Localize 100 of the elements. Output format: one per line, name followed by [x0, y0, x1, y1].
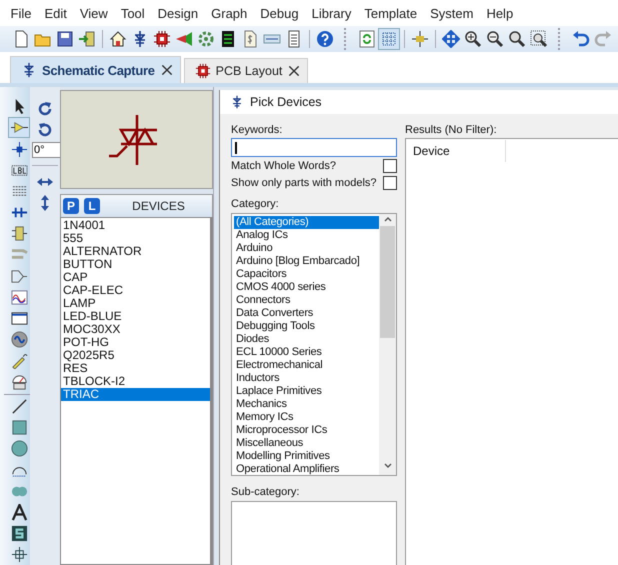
home-icon[interactable]: [109, 30, 127, 48]
zoom-area-icon[interactable]: [530, 30, 548, 48]
checkbox[interactable]: [383, 176, 397, 190]
line-icon[interactable]: [10, 398, 28, 415]
device-item[interactable]: 555: [61, 232, 210, 245]
triangles-icon[interactable]: [175, 30, 193, 48]
category-item[interactable]: Inductors: [234, 372, 379, 385]
device-item[interactable]: LAMP: [61, 297, 210, 310]
option-label: Match Whole Words?: [231, 160, 336, 172]
close-icon[interactable]: [160, 63, 174, 77]
menu-item[interactable]: Library: [305, 6, 358, 20]
close-icon[interactable]: [287, 64, 302, 78]
probe-icon[interactable]: [10, 352, 28, 370]
save-icon[interactable]: [56, 30, 74, 48]
column-header[interactable]: Device: [406, 140, 506, 162]
document-tab[interactable]: PCB Layout: [184, 58, 308, 83]
text-icon[interactable]: [10, 504, 28, 521]
menu-item[interactable]: System: [424, 6, 480, 20]
device-item[interactable]: TBLOCK-I2: [61, 375, 210, 388]
refresh-icon[interactable]: [358, 30, 376, 48]
device-item[interactable]: CAP: [61, 271, 210, 284]
menu-item[interactable]: View: [73, 6, 114, 20]
dialog-title: Pick Devices: [250, 95, 322, 109]
category-item[interactable]: Modelling Primitives: [234, 450, 379, 463]
library-button[interactable]: L: [84, 198, 100, 214]
device-item[interactable]: RES: [61, 362, 210, 375]
category-item[interactable]: Capacitors: [234, 268, 379, 281]
pick-button[interactable]: P: [63, 198, 79, 214]
option-label: Show only parts with models?: [231, 176, 377, 188]
rotate-clockwise-icon[interactable]: [36, 100, 54, 118]
port-icon[interactable]: [10, 268, 28, 285]
scroll-thumb[interactable]: [380, 226, 395, 338]
category-item[interactable]: Analog ICs: [234, 229, 379, 242]
gear-icon[interactable]: [197, 30, 215, 48]
menu-item[interactable]: Template: [358, 6, 424, 20]
category-item[interactable]: Connectors: [234, 294, 379, 307]
device-item[interactable]: TRIAC: [61, 388, 210, 401]
chip-icon[interactable]: [153, 30, 171, 48]
category-item[interactable]: Electromechanical: [234, 359, 379, 372]
category-item[interactable]: Memory ICs: [234, 411, 379, 424]
zoom-out-icon[interactable]: [486, 30, 504, 48]
document-tab[interactable]: Schematic Capture: [10, 56, 181, 83]
panel-title: DEVICES: [131, 199, 186, 213]
keywords-field[interactable]: [231, 138, 397, 157]
import-icon[interactable]: [78, 30, 96, 48]
category-item[interactable]: Microprocessor ICs: [234, 424, 379, 437]
category-item[interactable]: Mechanics: [234, 398, 379, 411]
window-icon[interactable]: [10, 310, 28, 327]
category-item[interactable]: Operational Amplifiers: [234, 463, 379, 475]
category-item[interactable]: Debugging Tools: [234, 320, 379, 333]
menu-item[interactable]: File: [4, 6, 38, 20]
menu-item[interactable]: Edit: [38, 6, 74, 20]
zoom-icon[interactable]: [508, 30, 526, 48]
field-label: Keywords:: [231, 123, 284, 137]
board-icon[interactable]: [219, 30, 237, 48]
marker-icon[interactable]: [10, 546, 28, 564]
menu-item[interactable]: Debug: [254, 6, 306, 20]
zoom-in-icon[interactable]: [464, 30, 482, 48]
category-item[interactable]: Laplace Primitives: [234, 385, 379, 398]
field-label: Results (No Filter):: [405, 123, 498, 137]
category-item[interactable]: (All Categories): [234, 216, 379, 229]
meter-icon[interactable]: [10, 374, 28, 391]
menu-item[interactable]: Tool: [114, 6, 152, 20]
graph-icon[interactable]: [10, 288, 28, 306]
device-item[interactable]: LED-BLUE: [61, 310, 210, 323]
field-label: Sub-category:: [231, 485, 300, 499]
grid-icon[interactable]: [380, 30, 398, 48]
move-icon[interactable]: [442, 30, 460, 48]
rectangle-icon[interactable]: [10, 418, 28, 436]
menu-item[interactable]: Help: [480, 6, 520, 20]
device-item[interactable]: POT-HG: [61, 336, 210, 349]
device-item[interactable]: CAP-ELEC: [61, 284, 210, 297]
category-item[interactable]: Arduino [Blog Embarcado]: [234, 255, 379, 268]
device-item[interactable]: ALTERNATOR: [61, 245, 210, 258]
subcircuit-icon[interactable]: [10, 225, 28, 242]
checkbox[interactable]: [383, 158, 397, 172]
generator-icon[interactable]: [10, 331, 28, 348]
category-item[interactable]: Diodes: [234, 333, 379, 346]
crosshair-icon[interactable]: [411, 30, 429, 48]
chip-icon[interactable]: [194, 63, 211, 79]
angle-field[interactable]: 0°: [32, 142, 61, 158]
help-icon[interactable]: [316, 30, 334, 48]
symbol-icon[interactable]: [10, 524, 28, 542]
field-label: Category:: [231, 197, 280, 211]
menu-item[interactable]: Design: [151, 6, 205, 20]
menu-item[interactable]: Graph: [204, 6, 254, 20]
category-item[interactable]: ECL 10000 Series: [234, 346, 379, 359]
component-icon: [230, 95, 244, 109]
device-item[interactable]: BUTTON: [61, 258, 210, 271]
device-item[interactable]: 1N4001: [61, 219, 210, 232]
category-item[interactable]: CMOS 4000 series: [234, 281, 379, 294]
category-item[interactable]: Miscellaneous: [234, 437, 379, 450]
circle-icon[interactable]: [10, 440, 28, 458]
device-item[interactable]: MOC30XX: [61, 323, 210, 336]
device-item[interactable]: Q2025R5: [61, 349, 210, 362]
junction-icon[interactable]: [10, 140, 28, 158]
category-item[interactable]: Arduino: [234, 242, 379, 255]
undo-icon[interactable]: [572, 30, 590, 48]
rotate-counterclockwise-icon[interactable]: [36, 121, 54, 139]
category-item[interactable]: Data Converters: [234, 307, 379, 320]
